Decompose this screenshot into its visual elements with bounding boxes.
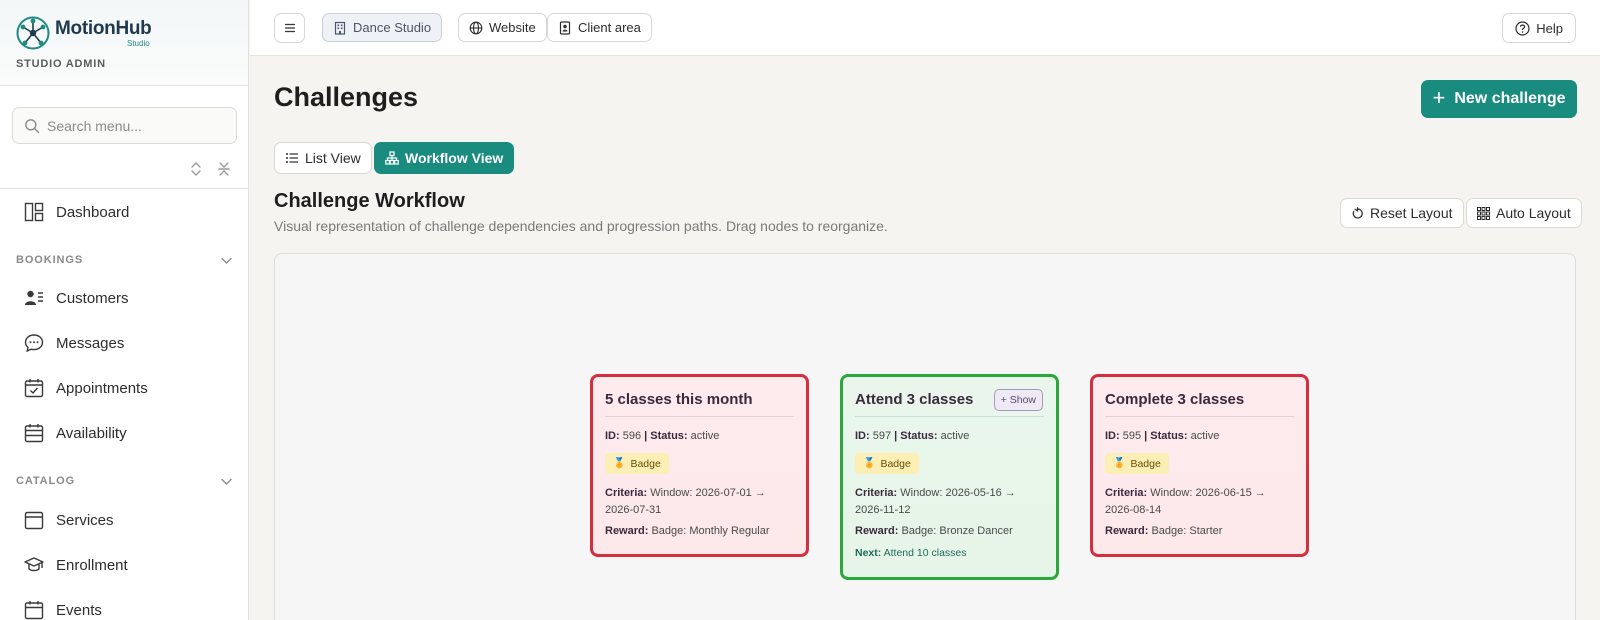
badge-pill: 🏅 Badge	[1105, 453, 1169, 474]
client-area-label: Client area	[578, 20, 641, 35]
reset-icon	[1352, 206, 1363, 219]
sidebar-item-label: Customers	[56, 289, 129, 307]
challenge-node[interactable]: 5 classes this month ID: 596 | Status: a…	[590, 374, 809, 557]
chevron-down-icon[interactable]	[220, 254, 233, 267]
sidebar-item-services[interactable]: Services	[0, 500, 249, 540]
reset-layout-button[interactable]: Reset Layout	[1340, 198, 1464, 228]
sidebar-item-label: Messages	[56, 334, 125, 352]
expand-all-icon[interactable]	[188, 161, 204, 177]
plus-icon: +	[1432, 85, 1446, 110]
node-criteria: Criteria: Window: 2026-05-16 → 2026-11-1…	[855, 487, 1016, 516]
section-title: Challenge Workflow	[274, 190, 465, 212]
website-link[interactable]: Website	[458, 13, 547, 42]
help-icon	[1515, 20, 1530, 36]
logo-icon	[16, 16, 50, 50]
calendar-icon	[24, 424, 44, 443]
badge-pill: 🏅 Badge	[855, 453, 919, 474]
node-reward: Reward: Badge: Starter	[1105, 525, 1223, 537]
studio-selector[interactable]: Dance Studio	[322, 13, 443, 42]
role-label: STUDIO ADMIN	[16, 58, 106, 70]
badge-pill: 🏅 Badge	[605, 453, 669, 474]
sidebar-item-availability[interactable]: Availability	[0, 413, 249, 453]
nav-divider	[0, 188, 249, 189]
sitemap-icon	[385, 151, 399, 165]
client-card-icon	[559, 20, 571, 35]
building-icon	[334, 21, 346, 35]
list-icon	[286, 153, 298, 163]
node-reward: Reward: Badge: Bronze Dancer	[855, 525, 1013, 537]
sidebar-item-label: Services	[56, 511, 114, 529]
sidebar-item-messages[interactable]: Messages	[0, 323, 249, 363]
list-view-label: List View	[305, 150, 361, 166]
sidebar-item-customers[interactable]: Customers	[0, 278, 249, 318]
grid-icon	[1477, 206, 1490, 220]
node-meta: ID: 595 | Status: active	[1105, 430, 1220, 442]
challenge-node[interactable]: Attend 3 classes + Show ID: 597 | Status…	[840, 374, 1059, 580]
help-label: Help	[1536, 20, 1563, 36]
search-box	[12, 107, 237, 144]
calendar-check-icon	[24, 379, 44, 398]
collapse-all-icon[interactable]	[216, 161, 232, 177]
section-bookings: BOOKINGS	[16, 254, 84, 266]
sidebar-item-appointments[interactable]: Appointments	[0, 368, 249, 408]
node-title: Complete 3 classes	[1105, 391, 1294, 417]
reset-layout-label: Reset Layout	[1370, 205, 1453, 221]
challenge-node[interactable]: Complete 3 classes ID: 595 | Status: act…	[1090, 374, 1309, 557]
section-subtitle: Visual representation of challenge depen…	[274, 218, 888, 234]
workflow-view-label: Workflow View	[405, 150, 504, 166]
sidebar-item-label: Availability	[56, 424, 127, 442]
globe-icon	[469, 21, 483, 34]
sidebar-item-enrollment[interactable]: Enrollment	[0, 545, 249, 585]
sidebar-item-label: Events	[56, 601, 102, 619]
client-area-link[interactable]: Client area	[547, 13, 652, 42]
workflow-view-button[interactable]: Workflow View	[374, 142, 515, 174]
events-icon	[24, 601, 44, 620]
dashboard-icon	[24, 202, 44, 222]
chat-bubble-icon	[24, 334, 44, 353]
services-icon	[24, 511, 44, 530]
list-view-button[interactable]: List View	[274, 142, 372, 174]
show-button[interactable]: + Show	[993, 389, 1043, 411]
menu-toggle-button[interactable]	[274, 13, 305, 43]
medal-icon: 🏅	[863, 458, 876, 469]
section-catalog: CATALOG	[16, 475, 76, 487]
medal-icon: 🏅	[1113, 458, 1126, 469]
search-input[interactable]	[47, 108, 232, 143]
website-label: Website	[489, 20, 536, 35]
brand-name: MotionHub	[55, 18, 152, 39]
medal-icon: 🏅	[613, 458, 626, 469]
sidebar-item-label: Enrollment	[56, 556, 128, 574]
hamburger-icon	[284, 23, 295, 33]
new-challenge-label: New challenge	[1454, 90, 1566, 107]
node-meta: ID: 597 | Status: active	[855, 430, 970, 442]
auto-layout-label: Auto Layout	[1496, 205, 1571, 221]
node-criteria: Criteria: Window: 2026-06-15 → 2026-08-1…	[1105, 487, 1266, 516]
graduation-cap-icon	[24, 557, 44, 572]
chevron-down-icon[interactable]	[220, 475, 233, 488]
brand-sub: Studio	[127, 39, 150, 48]
search-icon	[25, 119, 40, 134]
new-challenge-button[interactable]: + New challenge	[1421, 80, 1577, 118]
page-title: Challenges	[274, 82, 419, 112]
studio-name: Dance Studio	[353, 20, 432, 35]
node-criteria: Criteria: Window: 2026-07-01 → 2026-07-3…	[605, 487, 766, 516]
node-meta: ID: 596 | Status: active	[605, 430, 720, 442]
sidebar-item-label: Appointments	[56, 379, 148, 397]
sidebar: MotionHub Studio STUDIO ADMIN Dashboard …	[0, 0, 249, 620]
logo-area: MotionHub Studio STUDIO ADMIN	[0, 0, 248, 86]
node-reward: Reward: Badge: Monthly Regular	[605, 525, 770, 537]
node-title: 5 classes this month	[605, 391, 794, 417]
customers-icon	[25, 290, 43, 305]
node-next: Next: Attend 10 classes	[855, 547, 967, 559]
sidebar-item-label: Dashboard	[56, 203, 130, 221]
auto-layout-button[interactable]: Auto Layout	[1466, 198, 1582, 228]
help-button[interactable]: Help	[1502, 13, 1576, 43]
sidebar-item-dashboard[interactable]: Dashboard	[0, 192, 249, 232]
topbar: Dance Studio Website Client area Help	[250, 0, 1600, 56]
sidebar-item-events[interactable]: Events	[0, 590, 249, 620]
